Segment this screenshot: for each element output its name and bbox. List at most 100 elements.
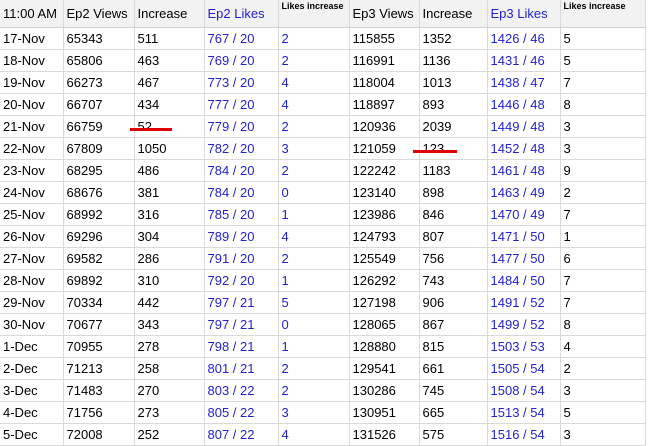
ep2-likes-increase-cell[interactable]: 2 bbox=[278, 27, 350, 50]
ep3-likes-increase-cell[interactable]: 4 bbox=[560, 335, 646, 358]
ep2-likes-increase-cell[interactable]: 2 bbox=[278, 357, 350, 380]
ep2-views-cell[interactable]: 70334 bbox=[63, 291, 135, 314]
ep2-likes-increase-cell[interactable]: 3 bbox=[278, 401, 350, 424]
ep2-likes-increase-cell[interactable]: 1 bbox=[278, 203, 350, 226]
ep3-increase-cell[interactable]: 906 bbox=[419, 291, 488, 314]
ep2-increase-cell[interactable]: 310 bbox=[134, 269, 205, 292]
ep2-likes-cell[interactable]: 797 / 21 bbox=[204, 291, 279, 314]
ep3-views-cell[interactable]: 121059 bbox=[349, 137, 420, 160]
ep2-likes-increase-cell[interactable]: 0 bbox=[278, 181, 350, 204]
ep3-views-cell[interactable]: 130286 bbox=[349, 379, 420, 402]
ep2-increase-cell[interactable]: 252 bbox=[134, 423, 205, 446]
ep2-views-cell[interactable]: 72008 bbox=[63, 423, 135, 446]
ep2-likes-cell[interactable]: 767 / 20 bbox=[204, 27, 279, 50]
ep3-likes-increase-cell[interactable]: 6 bbox=[560, 247, 646, 270]
ep2-likes-increase-cell[interactable]: 1 bbox=[278, 269, 350, 292]
date-cell[interactable]: 24-Nov bbox=[0, 181, 64, 204]
date-cell[interactable]: 20-Nov bbox=[0, 93, 64, 116]
ep3-views-cell[interactable]: 115855 bbox=[349, 27, 420, 50]
ep2-increase-cell[interactable]: 486 bbox=[134, 159, 205, 182]
ep3-views-cell[interactable]: 129541 bbox=[349, 357, 420, 380]
ep2-likes-increase-cell[interactable]: 4 bbox=[278, 93, 350, 116]
ep2-likes-increase-cell[interactable]: 0 bbox=[278, 313, 350, 336]
ep3-increase-cell[interactable]: 575 bbox=[419, 423, 488, 446]
ep3-increase-cell[interactable]: 1183 bbox=[419, 159, 488, 182]
ep3-likes-increase-cell[interactable]: 3 bbox=[560, 423, 646, 446]
ep3-likes-increase-cell[interactable]: 7 bbox=[560, 71, 646, 94]
ep2-likes-cell[interactable]: 803 / 22 bbox=[204, 379, 279, 402]
ep2-likes-cell[interactable]: 801 / 21 bbox=[204, 357, 279, 380]
ep2-increase-cell[interactable]: 278 bbox=[134, 335, 205, 358]
ep2-increase-cell[interactable]: 304 bbox=[134, 225, 205, 248]
ep3-views-cell[interactable]: 118004 bbox=[349, 71, 420, 94]
ep3-views-cell[interactable]: 116991 bbox=[349, 49, 420, 72]
ep3-increase-cell[interactable]: 745 bbox=[419, 379, 488, 402]
ep2-likes-cell[interactable]: 782 / 20 bbox=[204, 137, 279, 160]
ep2-likes-increase-cell[interactable]: 2 bbox=[278, 247, 350, 270]
ep2-increase-cell[interactable]: 1050 bbox=[134, 137, 205, 160]
ep3-increase-cell[interactable]: 665 bbox=[419, 401, 488, 424]
ep3-views-cell[interactable]: 122242 bbox=[349, 159, 420, 182]
ep2-likes-increase-cell[interactable]: 5 bbox=[278, 291, 350, 314]
ep2-likes-increase-cell[interactable]: 4 bbox=[278, 225, 350, 248]
ep2-views-cell[interactable]: 70677 bbox=[63, 313, 135, 336]
ep3-likes-cell[interactable]: 1438 / 47 bbox=[487, 71, 561, 94]
ep2-views-cell[interactable]: 68676 bbox=[63, 181, 135, 204]
ep3-likes-cell[interactable]: 1426 / 46 bbox=[487, 27, 561, 50]
header-increase-2[interactable]: Increase bbox=[419, 0, 488, 28]
date-cell[interactable]: 17-Nov bbox=[0, 27, 64, 50]
header-time[interactable]: 11:00 AM bbox=[0, 0, 64, 28]
ep3-likes-increase-cell[interactable]: 5 bbox=[560, 27, 646, 50]
ep3-likes-increase-cell[interactable]: 7 bbox=[560, 269, 646, 292]
ep2-views-cell[interactable]: 70955 bbox=[63, 335, 135, 358]
ep2-likes-increase-cell[interactable]: 3 bbox=[278, 137, 350, 160]
ep3-likes-increase-cell[interactable]: 7 bbox=[560, 203, 646, 226]
ep2-increase-cell[interactable]: 52 bbox=[134, 115, 205, 138]
ep3-likes-cell[interactable]: 1477 / 50 bbox=[487, 247, 561, 270]
ep3-likes-increase-cell[interactable]: 8 bbox=[560, 313, 646, 336]
ep3-increase-cell[interactable]: 893 bbox=[419, 93, 488, 116]
date-cell[interactable]: 4-Dec bbox=[0, 401, 64, 424]
ep3-increase-cell[interactable]: 756 bbox=[419, 247, 488, 270]
ep3-views-cell[interactable]: 128065 bbox=[349, 313, 420, 336]
header-ep2-likes[interactable]: Ep2 Likes bbox=[204, 0, 279, 28]
date-cell[interactable]: 1-Dec bbox=[0, 335, 64, 358]
ep2-views-cell[interactable]: 68295 bbox=[63, 159, 135, 182]
ep2-likes-cell[interactable]: 792 / 20 bbox=[204, 269, 279, 292]
ep3-likes-increase-cell[interactable]: 7 bbox=[560, 291, 646, 314]
ep2-views-cell[interactable]: 65343 bbox=[63, 27, 135, 50]
ep3-views-cell[interactable]: 123986 bbox=[349, 203, 420, 226]
ep2-increase-cell[interactable]: 270 bbox=[134, 379, 205, 402]
ep3-likes-cell[interactable]: 1446 / 48 bbox=[487, 93, 561, 116]
ep2-likes-cell[interactable]: 798 / 21 bbox=[204, 335, 279, 358]
ep2-views-cell[interactable]: 71213 bbox=[63, 357, 135, 380]
ep3-views-cell[interactable]: 124793 bbox=[349, 225, 420, 248]
date-cell[interactable]: 22-Nov bbox=[0, 137, 64, 160]
ep3-likes-increase-cell[interactable]: 2 bbox=[560, 357, 646, 380]
ep3-likes-cell[interactable]: 1516 / 54 bbox=[487, 423, 561, 446]
ep2-likes-increase-cell[interactable]: 2 bbox=[278, 49, 350, 72]
ep2-increase-cell[interactable]: 442 bbox=[134, 291, 205, 314]
ep2-views-cell[interactable]: 66759 bbox=[63, 115, 135, 138]
ep2-increase-cell[interactable]: 316 bbox=[134, 203, 205, 226]
ep3-increase-cell[interactable]: 867 bbox=[419, 313, 488, 336]
date-cell[interactable]: 26-Nov bbox=[0, 225, 64, 248]
ep3-increase-cell[interactable]: 846 bbox=[419, 203, 488, 226]
ep3-likes-cell[interactable]: 1470 / 49 bbox=[487, 203, 561, 226]
ep2-likes-cell[interactable]: 779 / 20 bbox=[204, 115, 279, 138]
ep3-likes-cell[interactable]: 1484 / 50 bbox=[487, 269, 561, 292]
date-cell[interactable]: 23-Nov bbox=[0, 159, 64, 182]
ep2-views-cell[interactable]: 71756 bbox=[63, 401, 135, 424]
ep3-likes-increase-cell[interactable]: 9 bbox=[560, 159, 646, 182]
date-cell[interactable]: 3-Dec bbox=[0, 379, 64, 402]
date-cell[interactable]: 28-Nov bbox=[0, 269, 64, 292]
date-cell[interactable]: 19-Nov bbox=[0, 71, 64, 94]
ep2-likes-cell[interactable]: 784 / 20 bbox=[204, 181, 279, 204]
ep2-increase-cell[interactable]: 286 bbox=[134, 247, 205, 270]
ep3-increase-cell[interactable]: 1136 bbox=[419, 49, 488, 72]
date-cell[interactable]: 27-Nov bbox=[0, 247, 64, 270]
ep3-views-cell[interactable]: 118897 bbox=[349, 93, 420, 116]
header-increase-1[interactable]: Increase bbox=[134, 0, 205, 28]
ep3-likes-increase-cell[interactable]: 5 bbox=[560, 49, 646, 72]
ep3-views-cell[interactable]: 130951 bbox=[349, 401, 420, 424]
